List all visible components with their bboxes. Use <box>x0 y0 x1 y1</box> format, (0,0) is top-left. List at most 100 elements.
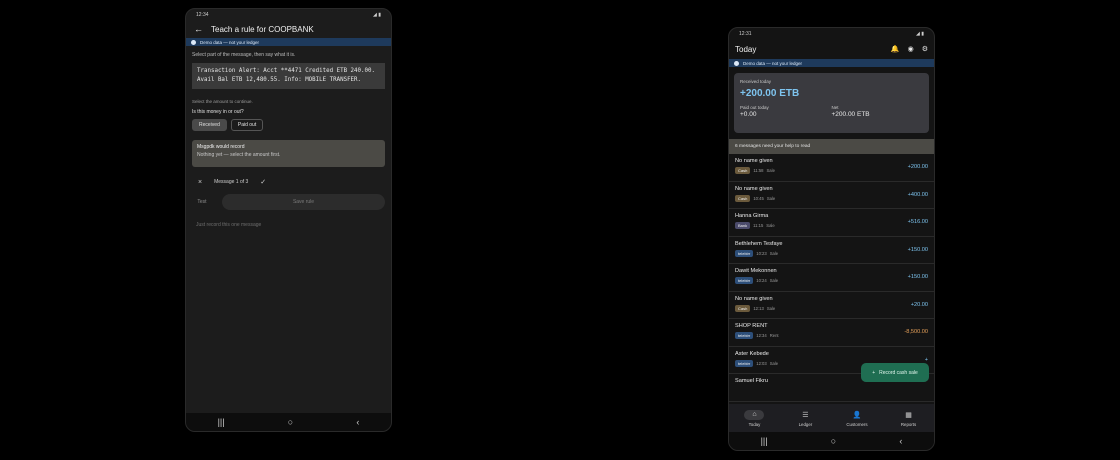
gear-icon[interactable]: ⚙ <box>922 45 928 53</box>
transaction-time: 12:13 <box>753 305 764 311</box>
demo-banner-text: Demo data — not your ledger <box>200 39 260 45</box>
transaction-kind: Sale <box>766 305 776 311</box>
recents-icon[interactable]: ||| <box>761 436 768 446</box>
transaction-kind: Sale <box>766 195 776 201</box>
transaction-name: Samuel Fikru <box>735 378 768 384</box>
transaction-name: Aster Kebede <box>735 350 769 357</box>
payment-method-badge: Bank <box>735 222 751 229</box>
transaction-row[interactable]: No name given Cash 12:13 Sale +20.00 <box>729 292 934 319</box>
transaction-time: 10:45 <box>753 195 764 201</box>
transaction-row[interactable]: Hanna Girma Bank 11:15 Sale +516.00 <box>729 209 934 237</box>
transaction-name: SHOP RENT <box>735 323 768 329</box>
payment-method-badge: telebirr <box>735 332 754 339</box>
demo-data-banner: Demo data — not your ledger <box>186 38 391 46</box>
transaction-kind: Sale <box>769 360 779 366</box>
page-title: Teach a rule for COOPBANK <box>211 24 314 34</box>
demo-banner-text: Demo data — not your ledger <box>743 60 803 66</box>
test-button[interactable]: Test <box>192 199 212 205</box>
system-nav-bar: ||| ○ ‹ <box>729 432 934 450</box>
transaction-row[interactable]: Bethlehem Tesfaye telebirr 10:23 Sale +150.0… <box>729 237 934 264</box>
direction-chips: Received Paid out <box>186 115 391 135</box>
home-icon[interactable]: ○ <box>288 417 293 427</box>
message-counter: Message 1 of 3 <box>214 179 249 185</box>
just-record-link[interactable]: Just record this one message <box>186 212 391 238</box>
transaction-row[interactable]: SHOP RENT telebirr 12:34 Rent -8,500.00 <box>729 319 934 347</box>
received-chip[interactable]: Received <box>192 119 227 131</box>
back-arrow-icon[interactable]: ← <box>194 24 203 34</box>
payment-method-badge: Cash <box>735 194 751 202</box>
transaction-amount: +200.00 <box>907 164 928 171</box>
nav-today[interactable]: ⌂ Today <box>744 409 765 427</box>
transaction-row[interactable]: No name given Cash 10:45 Sale +400.00 <box>729 182 934 209</box>
action-row: Test Save rule <box>186 192 391 212</box>
check-icon[interactable]: ✓ <box>260 178 266 186</box>
would-record-subtitle: Nothing yet — select the amount first. <box>197 152 281 158</box>
person-icon: 👤 <box>852 411 862 419</box>
transaction-time: 11:15 <box>753 223 764 228</box>
transaction-row[interactable]: No name given Cash 11:58 Sale +200.00 <box>729 154 934 182</box>
sms-line: Transaction Alert: Acct **4471 Credited … <box>197 68 375 74</box>
transaction-time: 11:58 <box>753 168 764 173</box>
rule-teaching-screen: 12:34 ◢ ▮ ← Teach a rule for COOPBANK De… <box>185 8 392 432</box>
recents-icon[interactable]: ||| <box>218 417 225 427</box>
nav-label: Ledger <box>798 421 813 427</box>
status-time: 12:34 <box>196 11 209 18</box>
payment-method-badge: telebirr <box>735 359 754 367</box>
transaction-time: 10:23 <box>756 250 767 256</box>
today-summary-card: Received today +200.00 ETB Paid out toda… <box>734 73 929 133</box>
select-amount-hint: Select the amount to continue. <box>192 99 253 104</box>
would-record-card: Msgpdk would record Nothing yet — select… <box>192 140 385 167</box>
transaction-kind: Sale <box>769 250 779 256</box>
nav-reports[interactable]: ▦ Reports <box>899 410 919 427</box>
help-needed-banner[interactable]: 6 messages need your help to read <box>729 139 934 154</box>
bottom-navigation: ⌂ Today ☰ Ledger 👤 Customers ▦ Reports <box>729 404 934 432</box>
transaction-name: Hanna Girma <box>735 213 769 219</box>
nav-customers[interactable]: 👤 Customers <box>846 410 867 427</box>
back-icon[interactable]: ‹ <box>899 436 902 446</box>
transaction-amount: +516.00 <box>907 219 928 226</box>
payment-method-badge: telebirr <box>735 277 754 284</box>
transaction-amount: +20.00 <box>910 301 928 308</box>
check-circle-icon[interactable]: ◉ <box>908 45 914 53</box>
page-title: Today <box>735 44 757 54</box>
record-cash-sale-button[interactable]: + Record cash sale <box>861 363 929 382</box>
close-icon[interactable]: × <box>198 179 202 186</box>
net-value: +200.00 ETB <box>831 111 870 118</box>
transaction-time: 10:24 <box>756 278 767 283</box>
transaction-kind: Sale <box>769 278 779 283</box>
transaction-amount: +150.00 <box>907 274 928 281</box>
paid-out-value: +0.00 <box>740 111 757 118</box>
bell-alert-icon[interactable]: 🔔 <box>891 45 900 53</box>
nav-ledger[interactable]: ☰ Ledger <box>795 410 815 427</box>
home-icon[interactable]: ○ <box>831 436 836 446</box>
transaction-row[interactable]: Dawit Mekonnen telebirr 10:24 Sale +150.00 <box>729 264 934 292</box>
received-value: +200.00 ETB <box>740 88 800 99</box>
transaction-name: Dawit Mekonnen <box>735 268 777 274</box>
info-icon <box>191 39 196 45</box>
transaction-amount: +400.00 <box>907 191 928 198</box>
app-bar: ← Teach a rule for COOPBANK <box>186 20 391 38</box>
fab-label: Record cash sale <box>879 369 918 376</box>
transaction-time: 12:34 <box>756 333 767 338</box>
back-icon[interactable]: ‹ <box>356 417 359 427</box>
transaction-time: 12:03 <box>756 360 767 366</box>
sms-message-text[interactable]: Transaction Alert: Acct **4471 Credited … <box>192 63 385 89</box>
payment-method-badge: telebirr <box>735 249 754 257</box>
transaction-amount: + <box>924 356 928 363</box>
received-label: Received today <box>740 79 772 84</box>
nav-label: Reports <box>900 421 917 427</box>
payment-method-badge: Cash <box>735 304 751 312</box>
status-indicators: ◢ ▮ <box>373 11 381 18</box>
home-icon: ⌂ <box>744 409 765 420</box>
would-record-title: Msgpdk would record <box>197 144 245 150</box>
paid-out-label: Paid out today <box>740 105 769 110</box>
nav-label: Customers <box>846 421 868 427</box>
instruction-text: Select part of the message, then say wha… <box>192 52 296 58</box>
status-bar: 12:31 ◢ ▮ <box>729 28 934 39</box>
sms-line: Avail Bal ETB 12,480.55. Info: MOBILE TR… <box>197 77 362 83</box>
calendar-icon: ▦ <box>905 411 912 419</box>
transaction-name: Bethlehem Tesfaye <box>735 240 783 247</box>
paid-out-chip[interactable]: Paid out <box>230 119 264 131</box>
save-rule-button[interactable]: Save rule <box>222 194 385 210</box>
transaction-kind: Sale <box>766 168 775 173</box>
